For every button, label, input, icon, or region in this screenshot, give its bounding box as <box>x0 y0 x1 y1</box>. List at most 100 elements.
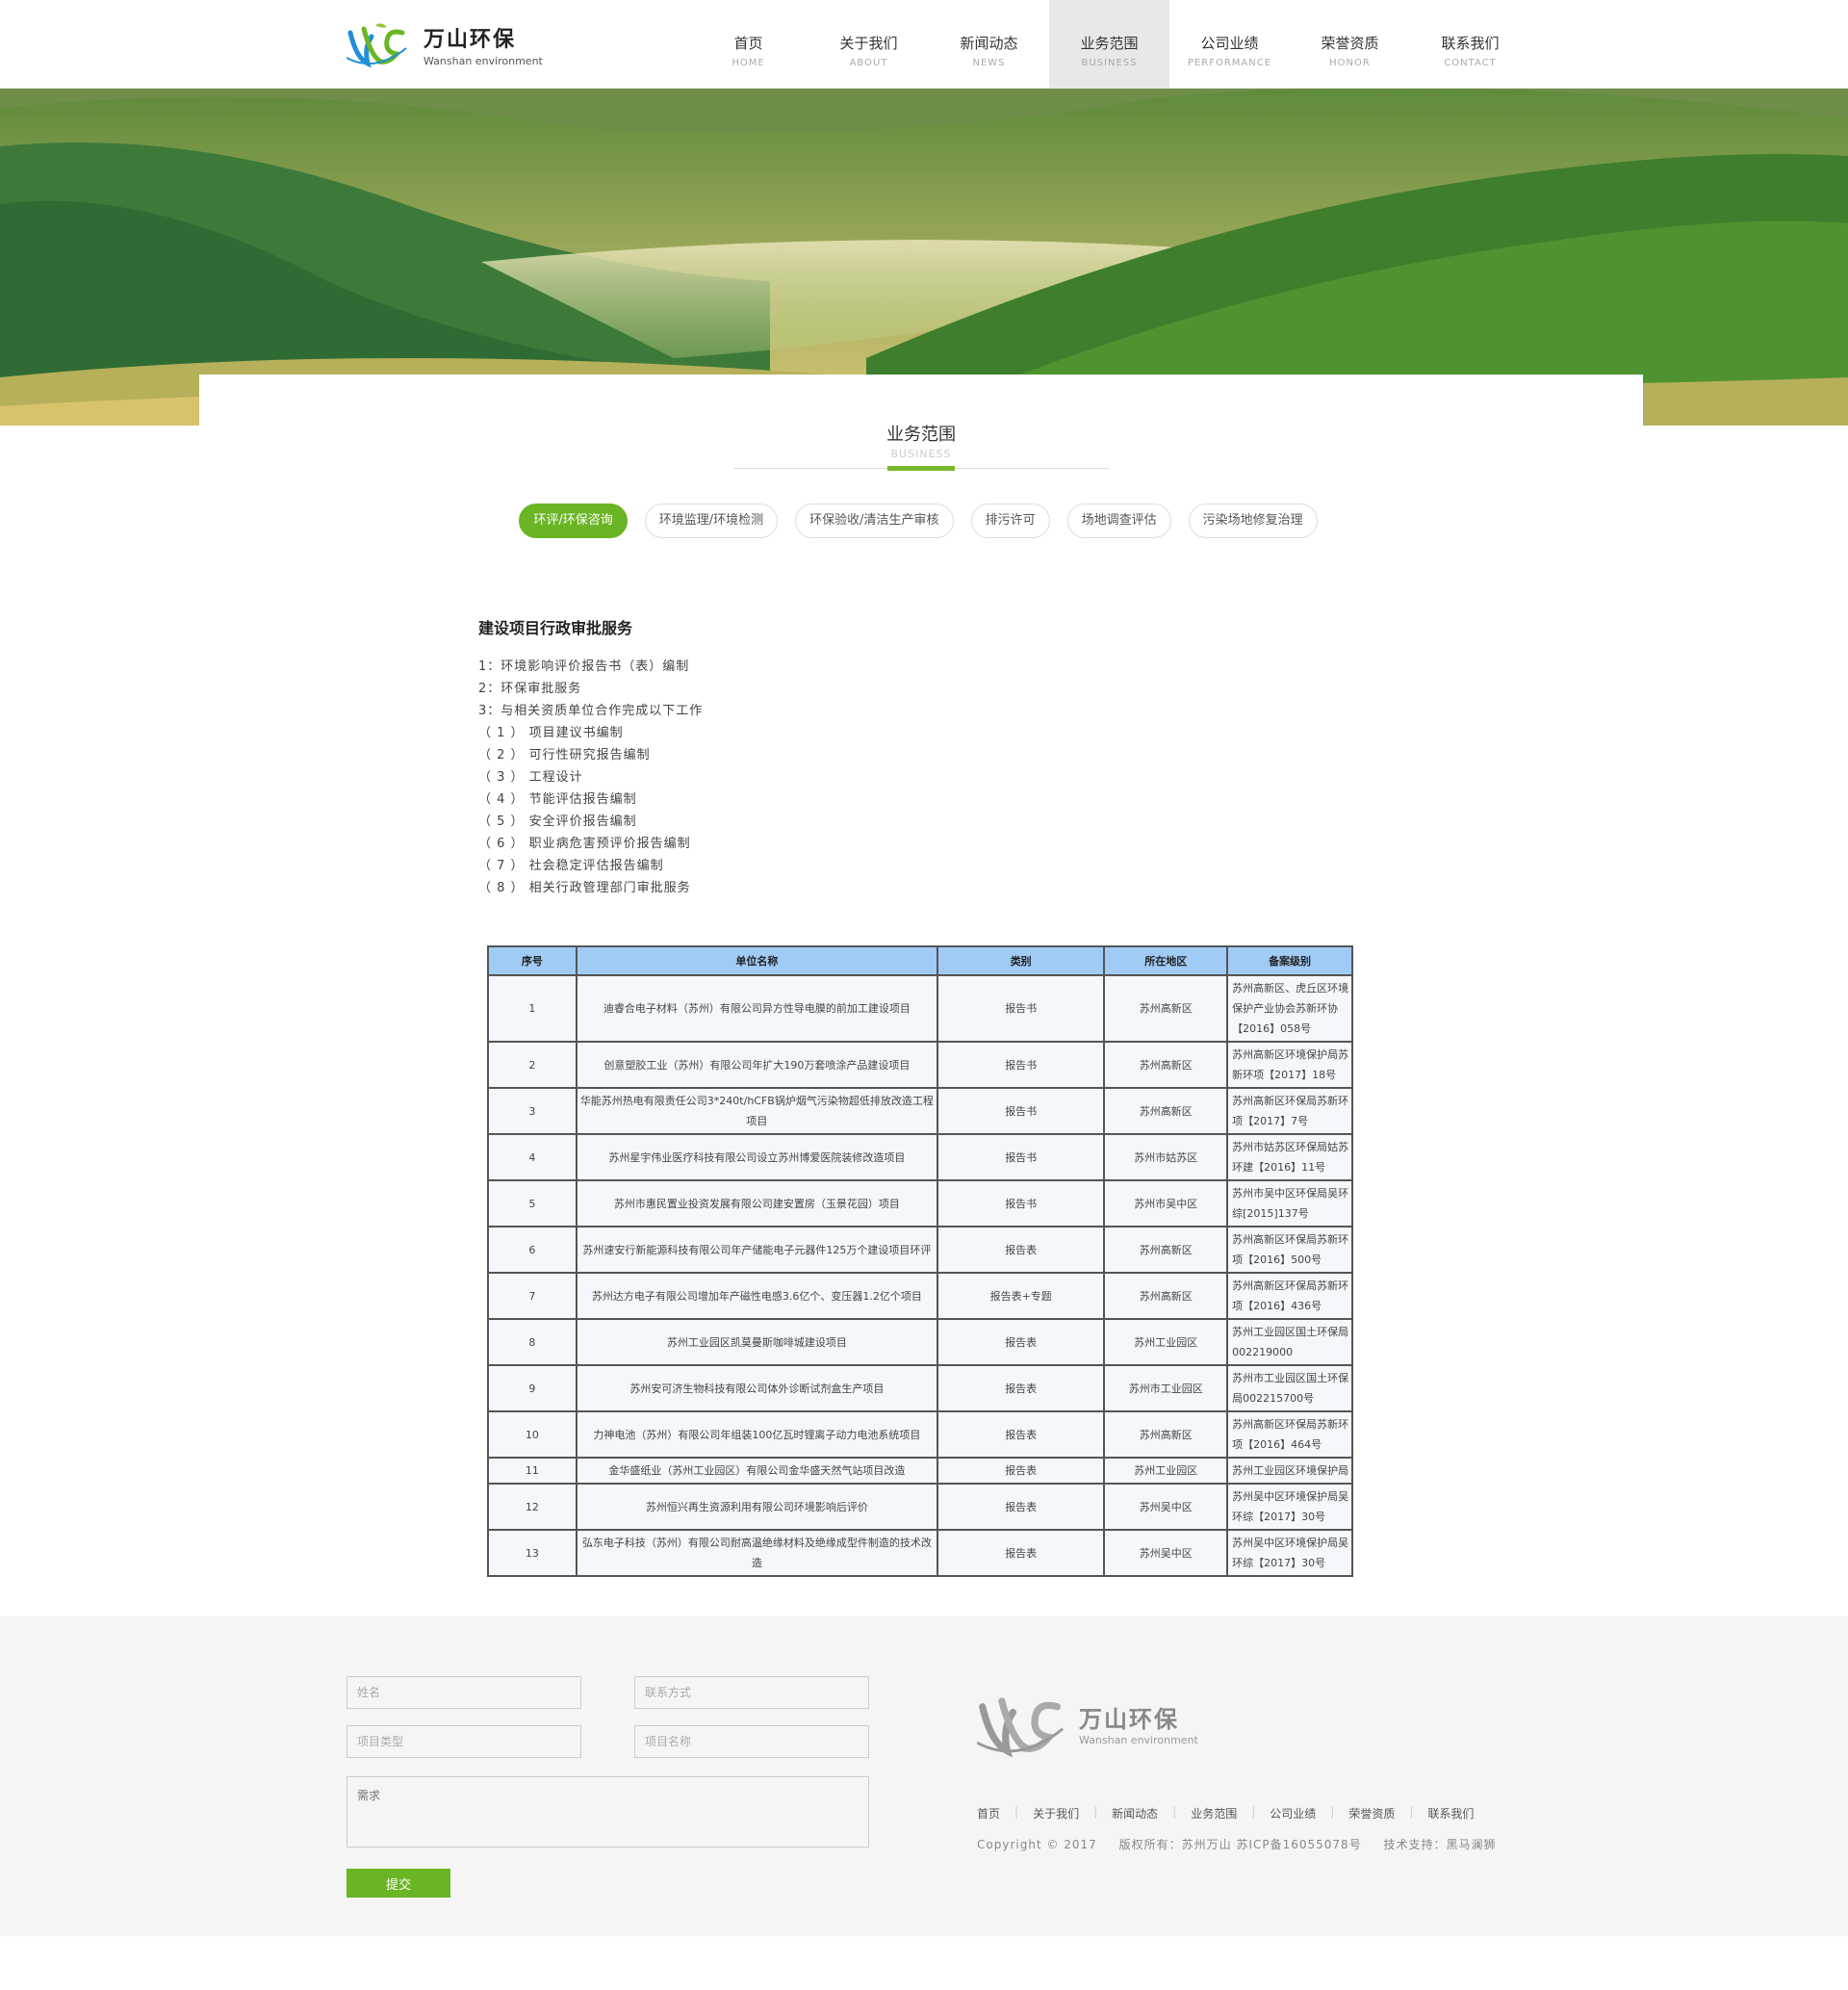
nav-sublabel: CONTACT <box>1444 58 1497 68</box>
footer-logo[interactable]: 万山环保 Wanshan environment <box>977 1686 1198 1761</box>
separator: | <box>1172 1805 1177 1819</box>
submit-button[interactable]: 提交 <box>346 1869 450 1898</box>
cell-category: 报告书 <box>936 1041 1106 1089</box>
nav-about[interactable]: 关于我们 ABOUT <box>808 0 929 89</box>
nav-performance[interactable]: 公司业绩 PERFORMANCE <box>1169 0 1290 89</box>
tab-discharge-permit[interactable]: 排污许可 <box>970 504 1050 538</box>
section-subtitle: BUSINESS <box>890 448 952 460</box>
footer-nav-business[interactable]: 业务范围 <box>1191 1805 1237 1822</box>
tab-site-survey[interactable]: 场地调查评估 <box>1066 504 1171 538</box>
cell-no: 9 <box>487 1364 578 1412</box>
logo-mark-icon <box>346 19 408 69</box>
cell-unit: 金华盛纸业（苏州工业园区）有限公司金华盛天然气站项目改造 <box>575 1457 938 1485</box>
separator: | <box>1014 1805 1019 1819</box>
cell-no: 11 <box>487 1457 578 1485</box>
footer-nav-about[interactable]: 关于我们 <box>1033 1805 1079 1822</box>
nav-news[interactable]: 新闻动态 NEWS <box>929 0 1049 89</box>
nav-label: 公司业绩 <box>1200 35 1259 52</box>
content-card: 业务范围 BUSINESS 环评/环保咨询 环境监理/环境检测 环保验收/清洁生… <box>199 375 1643 1616</box>
tab-eia-consulting[interactable]: 环评/环保咨询 <box>519 504 628 538</box>
tab-site-remediation[interactable]: 污染场地修复治理 <box>1188 504 1318 538</box>
table-row: 8 苏州工业园区凯莫曼斯咖啡城建设项目 报告表 苏州工业园区 苏州工业园区国土环保局00… <box>487 1318 1353 1366</box>
cell-category: 报告书 <box>936 1179 1106 1228</box>
separator: | <box>1093 1805 1098 1819</box>
cell-category: 报告书 <box>936 1087 1106 1135</box>
cell-unit: 创意塑胶工业（苏州）有限公司年扩大190万套喷涂产品建设项目 <box>575 1041 938 1089</box>
cell-category: 报告表 <box>936 1483 1106 1531</box>
cell-unit: 苏州星宇伟业医疗科技有限公司设立苏州博爱医院装修改造项目 <box>575 1133 938 1181</box>
cell-region: 苏州市吴中区 <box>1103 1179 1229 1228</box>
nav-business[interactable]: 业务范围 BUSINESS <box>1049 0 1169 89</box>
footer-nav-contact[interactable]: 联系我们 <box>1427 1805 1474 1822</box>
service-heading: 建设项目行政审批服务 <box>478 619 633 637</box>
name-input[interactable] <box>346 1676 581 1709</box>
footer-nav-news[interactable]: 新闻动态 <box>1112 1805 1158 1822</box>
project-name-input[interactable] <box>634 1725 869 1758</box>
table-header-row: 序号 单位名称 类别 所在地区 备案级别 <box>487 945 1353 976</box>
nav-honor[interactable]: 荣誉资质 HONOR <box>1290 0 1410 89</box>
cell-category: 报告书 <box>936 974 1106 1043</box>
col-header-region: 所在地区 <box>1103 945 1229 976</box>
cell-no: 12 <box>487 1483 578 1531</box>
col-header-no: 序号 <box>487 945 578 976</box>
site-header: 万山环保 Wanshan environment 首页 HOME 关于我们 ABOU… <box>0 0 1848 89</box>
cell-filing: 苏州高新区、虎丘区环境保护产业协会苏新环协【2016】058号 <box>1226 974 1353 1043</box>
site-logo[interactable]: 万山环保 Wanshan environment <box>346 19 543 69</box>
footer-nav-honor[interactable]: 荣誉资质 <box>1348 1805 1395 1822</box>
cell-unit: 苏州市惠民置业投资发展有限公司建安置房（玉景花园）项目 <box>575 1179 938 1228</box>
service-description: 建设项目行政审批服务 1：环境影响评价报告书（表）编制 2：环保审批服务 3：与… <box>478 615 1643 899</box>
logo-title: 万山环保 <box>424 27 517 52</box>
nav-label: 荣誉资质 <box>1321 35 1379 52</box>
nav-label: 首页 <box>733 35 763 52</box>
col-header-unit: 单位名称 <box>575 945 938 976</box>
nav-contact[interactable]: 联系我们 CONTACT <box>1410 0 1530 89</box>
tab-acceptance-audit[interactable]: 环保验收/清洁生产审核 <box>795 504 954 538</box>
cell-unit: 苏州安可济生物科技有限公司体外诊断试剂盒生产项目 <box>575 1364 938 1412</box>
table-row: 5 苏州市惠民置业投资发展有限公司建安置房（玉景花园）项目 报告书 苏州市吴中区 苏州市… <box>487 1179 1353 1228</box>
table-row: 9 苏州安可济生物科技有限公司体外诊断试剂盒生产项目 报告表 苏州市工业园区 苏州市工业… <box>487 1364 1353 1412</box>
cell-filing: 苏州市工业园区国土环保局002215700号 <box>1226 1364 1353 1412</box>
table-row: 2 创意塑胶工业（苏州）有限公司年扩大190万套喷涂产品建设项目 报告书 苏州高新区苏… <box>487 1041 1353 1089</box>
cell-region: 苏州高新区 <box>1103 1272 1229 1320</box>
project-records-table: 序号 单位名称 类别 所在地区 备案级别 1 迪睿合电子材料（苏州）有限公司异方性… <box>487 945 1353 1577</box>
cell-no: 3 <box>487 1087 578 1135</box>
table-row: 6 苏州速安行新能源科技有限公司年产储能电子元器件125万个建设项目环评 报告表 苏州… <box>487 1226 1353 1274</box>
footer-nav-performance[interactable]: 公司业绩 <box>1270 1805 1316 1822</box>
cell-unit: 苏州恒兴再生资源利用有限公司环境影响后评价 <box>575 1483 938 1531</box>
separator: | <box>1409 1805 1414 1819</box>
cell-region: 苏州工业园区 <box>1103 1457 1229 1485</box>
footer-nav-home[interactable]: 首页 <box>977 1805 1000 1822</box>
service-item: （ 8 ） 相关行政管理部门审批服务 <box>478 881 691 895</box>
cell-unit: 弘东电子科技（苏州）有限公司耐高温绝缘材料及绝缘成型件制造的技术改造 <box>575 1529 938 1577</box>
cell-region: 苏州高新区 <box>1103 1226 1229 1274</box>
nav-label: 新闻动态 <box>960 35 1018 52</box>
cell-category: 报告表 <box>936 1457 1106 1485</box>
footer-nav: 首页 | 关于我们 | 新闻动态 | 业务范围 | 公司业绩 | 荣誉资质 | 联系我们 <box>977 1805 1474 1822</box>
cell-category: 报告表 <box>936 1318 1106 1366</box>
cell-filing: 苏州高新区环境保护局苏新环项【2017】18号 <box>1226 1041 1353 1089</box>
copyright-text: Copyright © 2017 <box>977 1838 1097 1851</box>
table-row: 10 力神电池（苏州）有限公司年组装100亿瓦时锂离子动力电池系统项目 报告表 苏州高… <box>487 1410 1353 1459</box>
service-item: （ 3 ） 工程设计 <box>478 770 583 785</box>
site-footer: 提交 万山环保 Wanshan environment 首页 | 关于我们 | 新闻… <box>0 1616 1848 1936</box>
service-item: 3：与相关资质单位合作完成以下工作 <box>478 704 704 718</box>
cell-region: 苏州高新区 <box>1103 1041 1229 1089</box>
table-row: 13 弘东电子科技（苏州）有限公司耐高温绝缘材料及绝缘成型件制造的技术改造 报告表苏… <box>487 1529 1353 1577</box>
cell-unit: 华能苏州热电有限责任公司3*240t/hCFB锅炉烟气污染物超低排放改造工程项目 <box>575 1087 938 1135</box>
requirement-textarea[interactable] <box>346 1776 869 1848</box>
project-type-input[interactable] <box>346 1725 581 1758</box>
logo-subtitle: Wanshan environment <box>424 54 543 67</box>
cell-region: 苏州吴中区 <box>1103 1529 1229 1577</box>
cell-category: 报告表 <box>936 1226 1106 1274</box>
cell-filing: 苏州高新区环保局苏新环项【2017】7号 <box>1226 1087 1353 1135</box>
tab-env-supervision[interactable]: 环境监理/环境检测 <box>644 504 779 538</box>
nav-sublabel: BUSINESS <box>1081 58 1138 68</box>
contact-input[interactable] <box>634 1676 869 1709</box>
cell-category: 报告表 <box>936 1364 1106 1412</box>
footer-logo-subtitle: Wanshan environment <box>1079 1734 1198 1746</box>
table-row: 1 迪睿合电子材料（苏州）有限公司异方性导电膜的前加工建设项目 报告书 苏州高新区 苏州… <box>487 974 1353 1043</box>
nav-sublabel: PERFORMANCE <box>1187 58 1272 68</box>
table-body: 1 迪睿合电子材料（苏州）有限公司异方性导电膜的前加工建设项目 报告书 苏州高新区 苏州… <box>487 974 1353 1577</box>
cell-region: 苏州高新区 <box>1103 1410 1229 1459</box>
nav-home[interactable]: 首页 HOME <box>688 0 808 89</box>
